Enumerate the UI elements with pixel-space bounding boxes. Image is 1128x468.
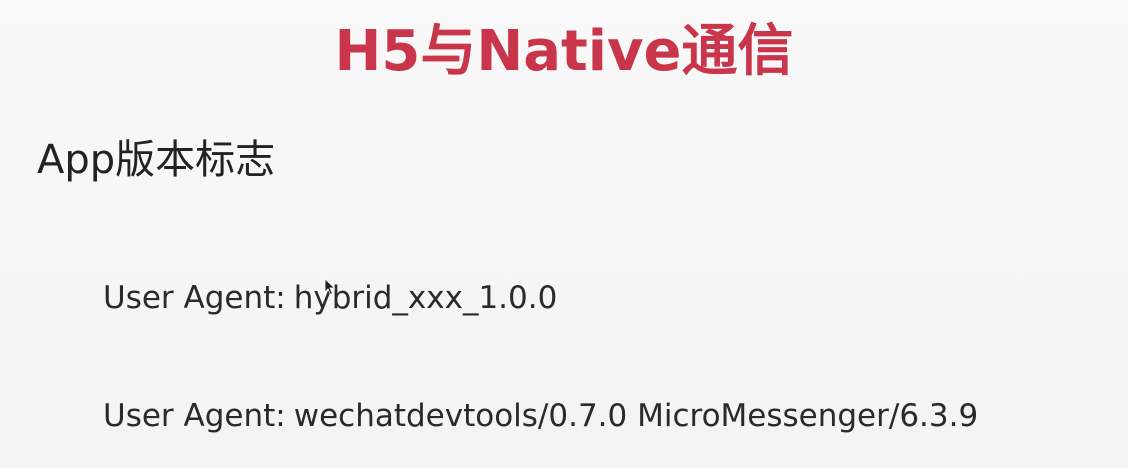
slide: H5与Native通信 App版本标志 User Agent: hybrid_xx… xyxy=(0,0,1128,468)
user-agent-line-wechat: User Agent: wechatdevtools/0.7.0 MicroMes… xyxy=(103,398,978,435)
mouse-pointer-icon xyxy=(324,278,336,296)
slide-title: H5与Native通信 xyxy=(334,19,794,84)
user-agent-label: User Agent: xyxy=(103,398,286,434)
section-heading: App版本标志 xyxy=(37,137,276,183)
user-agent-value: wechatdevtools/0.7.0 MicroMessenger/6.3.… xyxy=(293,398,979,434)
user-agent-label: User Agent: xyxy=(103,280,286,316)
